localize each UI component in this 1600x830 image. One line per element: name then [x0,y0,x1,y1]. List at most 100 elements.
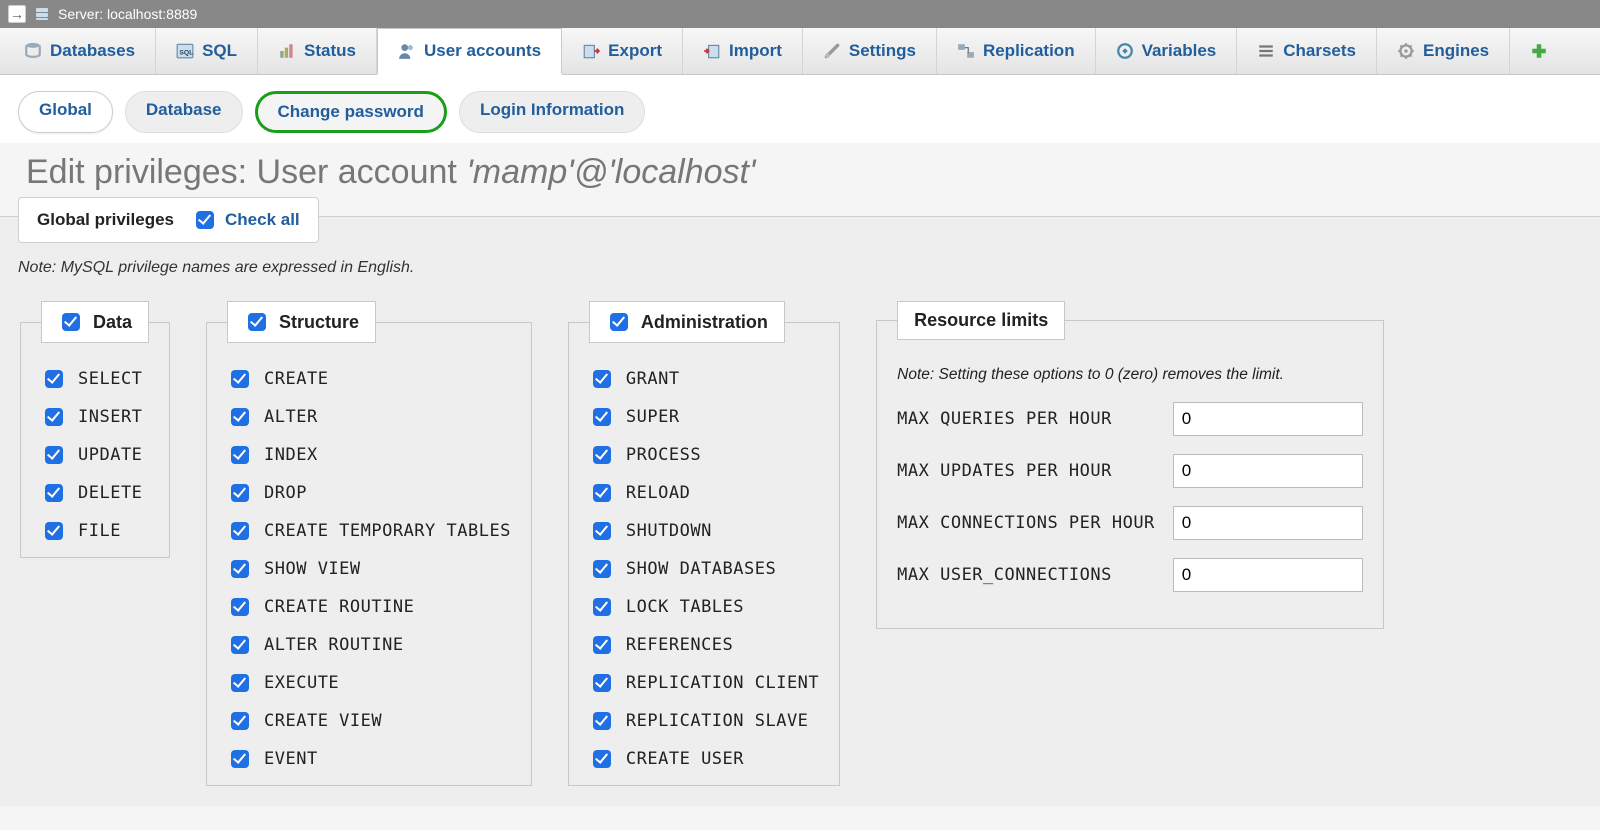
privilege-item[interactable]: REFERENCES [589,633,819,657]
privilege-item[interactable]: LOCK TABLES [589,595,819,619]
privilege-item[interactable]: PROCESS [589,443,819,467]
privilege-item[interactable]: REPLICATION CLIENT [589,671,819,695]
privilege-checkbox[interactable] [593,484,611,502]
privilege-checkbox[interactable] [593,560,611,578]
privilege-label: GRANT [626,369,680,389]
privilege-label: CREATE USER [626,749,744,769]
privilege-checkbox[interactable] [231,674,249,692]
privilege-label: LOCK TABLES [626,597,744,617]
subtab-change-password[interactable]: Change password [255,91,447,133]
privilege-item[interactable]: GRANT [589,367,819,391]
privilege-checkbox[interactable] [593,408,611,426]
privilege-item[interactable]: SUPER [589,405,819,429]
subtab-login-information[interactable]: Login Information [459,91,645,133]
privilege-checkbox[interactable] [231,484,249,502]
legend-label: Data [93,312,132,333]
tab-settings[interactable]: Settings [803,28,937,74]
sub-tabs: Global Database Change password Login In… [0,75,1600,143]
privilege-label: EXECUTE [264,673,339,693]
privilege-checkbox[interactable] [45,408,63,426]
tab-user-accounts[interactable]: User accounts [377,28,562,75]
privilege-item[interactable]: SHOW VIEW [227,557,511,581]
privilege-checkbox[interactable] [231,446,249,464]
privilege-item[interactable]: CREATE VIEW [227,709,511,733]
privilege-item[interactable]: RELOAD [589,481,819,505]
tab-replication[interactable]: Replication [937,28,1096,74]
privilege-checkbox[interactable] [231,636,249,654]
tab-label: Replication [983,41,1075,61]
privilege-item[interactable]: EXECUTE [227,671,511,695]
legend-data-checkbox[interactable] [62,313,80,331]
tab-status[interactable]: Status [258,28,377,74]
privilege-item[interactable]: CREATE ROUTINE [227,595,511,619]
legend-data[interactable]: Data [41,301,149,343]
tab-label: User accounts [424,41,541,61]
privilege-checkbox[interactable] [593,636,611,654]
subtab-database[interactable]: Database [125,91,243,133]
privilege-checkbox[interactable] [593,370,611,388]
resource-label: MAX UPDATES PER HOUR [897,461,1112,481]
legend-admin-checkbox[interactable] [610,313,628,331]
tab-more[interactable] [1510,28,1554,74]
privilege-checkbox[interactable] [593,674,611,692]
privilege-checkbox[interactable] [45,446,63,464]
privilege-checkbox[interactable] [231,370,249,388]
privilege-item[interactable]: DELETE [41,481,149,505]
privilege-item[interactable]: UPDATE [41,443,149,467]
page-title-prefix: Edit privileges: User account [26,153,466,191]
privilege-checkbox[interactable] [231,712,249,730]
legend-administration[interactable]: Administration [589,301,785,343]
privilege-checkbox[interactable] [45,484,63,502]
tab-export[interactable]: Export [562,28,683,74]
resource-input[interactable] [1173,454,1363,488]
privilege-item[interactable]: SELECT [41,367,149,391]
privilege-checkbox[interactable] [593,750,611,768]
privilege-checkbox[interactable] [231,598,249,616]
privilege-checkbox[interactable] [593,446,611,464]
privilege-item[interactable]: SHOW DATABASES [589,557,819,581]
privilege-checkbox[interactable] [593,522,611,540]
resource-input[interactable] [1173,506,1363,540]
structure-list: CREATE ALTER INDEX DROP CREATE TEMPORARY TAB… [227,367,511,771]
fieldset-structure: Structure CREATE ALTER INDEX DROP CREATE TEM… [206,301,532,786]
check-all-checkbox[interactable] [196,211,214,229]
privilege-label: FILE [78,521,121,541]
privilege-item[interactable]: SHUTDOWN [589,519,819,543]
resource-row: MAX UPDATES PER HOUR [897,454,1363,488]
privilege-item[interactable]: FILE [41,519,149,543]
privilege-item[interactable]: INDEX [227,443,511,467]
privilege-checkbox[interactable] [231,750,249,768]
tab-variables[interactable]: Variables [1096,28,1238,74]
privilege-item[interactable]: INSERT [41,405,149,429]
privilege-checkbox[interactable] [45,522,63,540]
privilege-item[interactable]: ALTER [227,405,511,429]
tab-import[interactable]: Import [683,28,803,74]
tab-engines[interactable]: Engines [1377,28,1510,74]
tab-sql[interactable]: SQL SQL [156,28,258,74]
privilege-item[interactable]: EVENT [227,747,511,771]
nav-arrow-icon[interactable]: → [8,5,26,23]
privilege-checkbox[interactable] [593,598,611,616]
privilege-checkbox[interactable] [231,408,249,426]
privilege-item[interactable]: DROP [227,481,511,505]
privilege-item[interactable]: CREATE USER [589,747,819,771]
legend-structure[interactable]: Structure [227,301,376,343]
tab-databases[interactable]: Databases [4,28,156,74]
privilege-checkbox[interactable] [231,522,249,540]
legend-structure-checkbox[interactable] [248,313,266,331]
fieldset-row: Data SELECT INSERT UPDATE DELETE FILE Struct… [18,301,1582,786]
check-all[interactable]: Check all [192,208,300,232]
privilege-item[interactable]: CREATE [227,367,511,391]
resource-note: Note: Setting these options to 0 (zero) … [897,366,1363,384]
privilege-checkbox[interactable] [593,712,611,730]
privilege-item[interactable]: CREATE TEMPORARY TABLES [227,519,511,543]
privilege-item[interactable]: ALTER ROUTINE [227,633,511,657]
privilege-item[interactable]: REPLICATION SLAVE [589,709,819,733]
resource-input[interactable] [1173,558,1363,592]
resource-input[interactable] [1173,402,1363,436]
legend-resource-limits: Resource limits [897,301,1065,340]
subtab-global[interactable]: Global [18,91,113,133]
privilege-checkbox[interactable] [45,370,63,388]
tab-charsets[interactable]: Charsets [1237,28,1377,74]
privilege-checkbox[interactable] [231,560,249,578]
